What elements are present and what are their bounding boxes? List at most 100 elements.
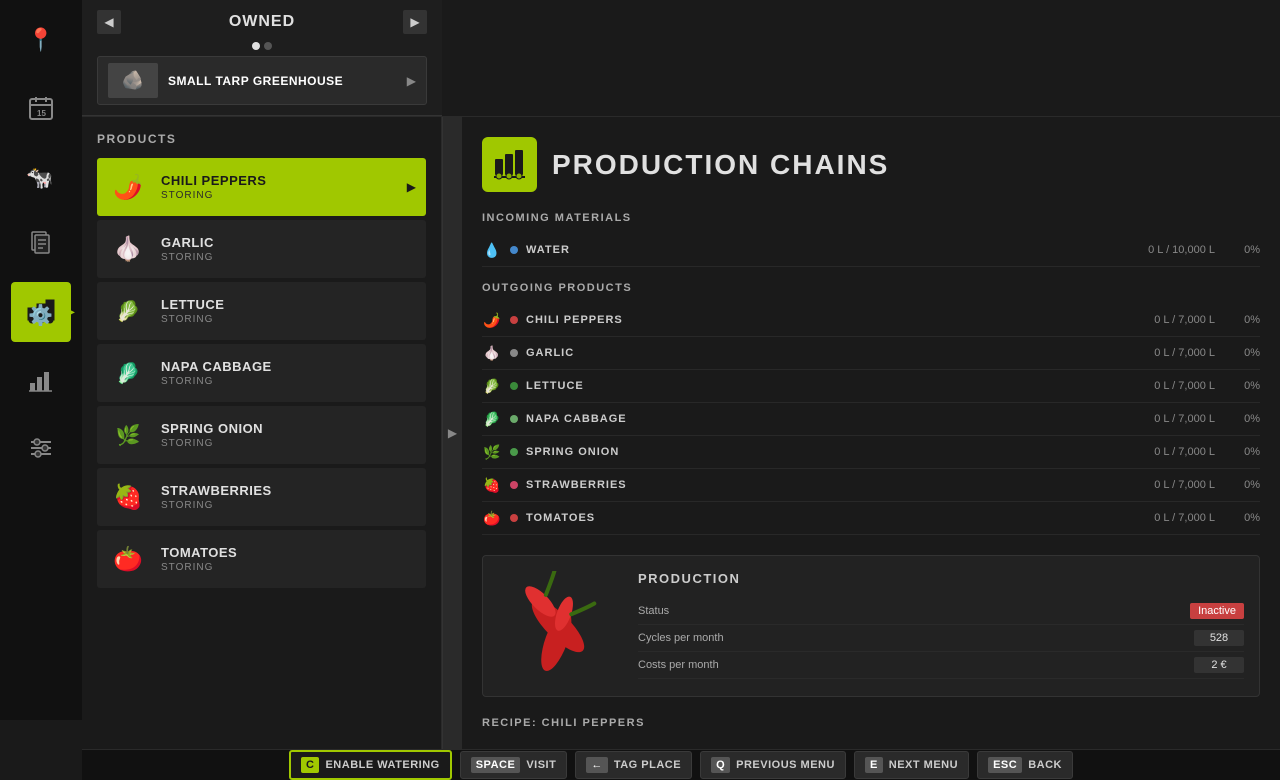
dot-2: [264, 42, 272, 50]
visit-label: VISIT: [526, 759, 556, 771]
owned-header: ◀ OWNED ▶: [97, 10, 427, 34]
building-name: SMALL TARP GREENHOUSE: [168, 74, 407, 88]
space-key: SPACE: [471, 757, 521, 773]
out-tomatoes-icon: 🍅: [482, 508, 502, 528]
right-panel: PRODUCTION CHAINS INCOMING MATERIALS 💧 W…: [462, 117, 1280, 749]
chili-subtitle: STORING: [161, 190, 407, 201]
sidebar-icon-calendar[interactable]: 15: [11, 78, 71, 138]
next-menu-key: E: [865, 757, 883, 773]
next-menu-label: NEXT MENU: [889, 759, 958, 771]
sidebar-icon-animals[interactable]: 🐄: [11, 146, 71, 206]
product-item-napa[interactable]: 🥬 NAPA CABBAGE STORING: [97, 344, 426, 402]
tomatoes-icon: 🍅: [107, 538, 149, 580]
sidebar-icon-stats[interactable]: [11, 350, 71, 410]
out-chili-pct: 0%: [1230, 314, 1260, 326]
owned-title: OWNED: [229, 13, 295, 31]
lettuce-info: LETTUCE STORING: [161, 297, 416, 325]
sidebar-icon-settings[interactable]: [11, 418, 71, 478]
main-content: ◀ OWNED ▶ 🪨 SMALL TARP GREENHOUSE ▶ PROD…: [82, 0, 1280, 720]
product-item-chili[interactable]: 🌶️ CHILI PEPPERS STORING ▶: [97, 158, 426, 216]
strawberries-info: STRAWBERRIES STORING: [161, 483, 416, 511]
cycles-label: Cycles per month: [638, 632, 1194, 644]
garlic-subtitle: STORING: [161, 252, 416, 263]
products-section: PRODUCTS 🌶️ CHILI PEPPERS STORING ▶ 🧄: [82, 117, 441, 749]
out-tomatoes-dot: [510, 514, 518, 522]
out-garlic-amount: 0 L / 7,000 L: [1154, 347, 1215, 359]
out-garlic-icon: 🧄: [482, 343, 502, 363]
product-item-garlic[interactable]: 🧄 GARLIC STORING: [97, 220, 426, 278]
cycles-value: 528: [1194, 630, 1244, 646]
next-menu-button[interactable]: E NEXT MENU: [854, 751, 969, 779]
napa-icon: 🥬: [107, 352, 149, 394]
previous-menu-button[interactable]: Q PREVIOUS MENU: [700, 751, 846, 779]
sidebar-icon-documents[interactable]: [11, 214, 71, 274]
out-strawberries-amount: 0 L / 7,000 L: [1154, 479, 1215, 491]
out-spring-icon: 🌿: [482, 442, 502, 462]
esc-key: ESC: [988, 757, 1022, 773]
water-amount: 0 L / 10,000 L: [1148, 244, 1215, 256]
out-spring-amount: 0 L / 7,000 L: [1154, 446, 1215, 458]
out-lettuce-row: 🥬 LETTUCE 0 L / 7,000 L 0%: [482, 370, 1260, 403]
out-napa-row: 🥬 NAPA CABBAGE 0 L / 7,000 L 0%: [482, 403, 1260, 436]
prev-button[interactable]: ◀: [97, 10, 121, 34]
out-napa-dot: [510, 415, 518, 423]
watering-key: C: [301, 757, 319, 773]
out-napa-icon: 🥬: [482, 409, 502, 429]
tag-place-button[interactable]: ← TAG PLACE: [575, 751, 692, 779]
out-lettuce-pct: 0%: [1230, 380, 1260, 392]
out-tomatoes-pct: 0%: [1230, 512, 1260, 524]
building-item[interactable]: 🪨 SMALL TARP GREENHOUSE ▶: [97, 56, 427, 105]
water-row: 💧 WATER 0 L / 10,000 L 0%: [482, 234, 1260, 267]
water-dot: [510, 246, 518, 254]
chili-arrow: ▶: [407, 180, 416, 194]
recipe-title: RECIPE: CHILI PEPPERS: [482, 717, 1260, 729]
out-chili-name: CHILI PEPPERS: [526, 314, 1154, 326]
back-button[interactable]: ESC BACK: [977, 751, 1073, 779]
out-garlic-pct: 0%: [1230, 347, 1260, 359]
spring-onion-info: SPRING ONION STORING: [161, 421, 416, 449]
sidebar-icon-production[interactable]: ⚙️: [11, 282, 71, 342]
middle-row: PRODUCTS 🌶️ CHILI PEPPERS STORING ▶ 🧄: [82, 117, 1280, 749]
product-item-strawberries[interactable]: 🍓 STRAWBERRIES STORING: [97, 468, 426, 526]
svg-text:⚙️: ⚙️: [28, 303, 53, 326]
next-button[interactable]: ▶: [403, 10, 427, 34]
production-chains-icon: [482, 137, 537, 192]
water-pct: 0%: [1230, 244, 1260, 256]
product-item-lettuce[interactable]: 🥬 LETTUCE STORING: [97, 282, 426, 340]
costs-value: 2 €: [1194, 657, 1244, 673]
out-spring-pct: 0%: [1230, 446, 1260, 458]
out-napa-amount: 0 L / 7,000 L: [1154, 413, 1215, 425]
out-garlic-dot: [510, 349, 518, 357]
incoming-title: INCOMING MATERIALS: [482, 212, 1260, 224]
out-strawberries-row: 🍓 STRAWBERRIES 0 L / 7,000 L 0%: [482, 469, 1260, 502]
chili-icon: 🌶️: [107, 166, 149, 208]
out-lettuce-dot: [510, 382, 518, 390]
out-strawberries-icon: 🍓: [482, 475, 502, 495]
product-item-spring-onion[interactable]: 🌿 SPRING ONION STORING: [97, 406, 426, 464]
visit-button[interactable]: SPACE VISIT: [460, 751, 568, 779]
out-chili-row: 🌶️ CHILI PEPPERS 0 L / 7,000 L 0%: [482, 304, 1260, 337]
sidebar-icon-map[interactable]: 📍: [11, 10, 71, 70]
production-box: PRODUCTION Status Inactive Cycles per mo…: [482, 555, 1260, 697]
sidebar: 📍 15 🐄 ⚙️: [0, 0, 82, 720]
prev-menu-key: Q: [711, 757, 730, 773]
product-item-tomatoes[interactable]: 🍅 TOMATOES STORING: [97, 530, 426, 588]
garlic-icon: 🧄: [107, 228, 149, 270]
out-strawberries-pct: 0%: [1230, 479, 1260, 491]
status-value: Inactive: [1190, 603, 1244, 619]
napa-info: NAPA CABBAGE STORING: [161, 359, 416, 387]
lettuce-name: LETTUCE: [161, 297, 416, 312]
out-chili-amount: 0 L / 7,000 L: [1154, 314, 1215, 326]
enable-watering-button[interactable]: C ENABLE WATERING: [289, 750, 452, 780]
napa-subtitle: STORING: [161, 376, 416, 387]
lettuce-subtitle: STORING: [161, 314, 416, 325]
building-arrow: ▶: [407, 74, 416, 88]
panel-toggle[interactable]: ▶: [442, 117, 462, 749]
out-lettuce-icon: 🥬: [482, 376, 502, 396]
costs-label: Costs per month: [638, 659, 1194, 671]
status-row: Status Inactive: [638, 598, 1244, 625]
incoming-materials: INCOMING MATERIALS 💧 WATER 0 L / 10,000 …: [482, 212, 1260, 267]
out-tomatoes-row: 🍅 TOMATOES 0 L / 7,000 L 0%: [482, 502, 1260, 535]
out-strawberries-dot: [510, 481, 518, 489]
outgoing-title: OUTGOING PRODUCTS: [482, 282, 1260, 294]
